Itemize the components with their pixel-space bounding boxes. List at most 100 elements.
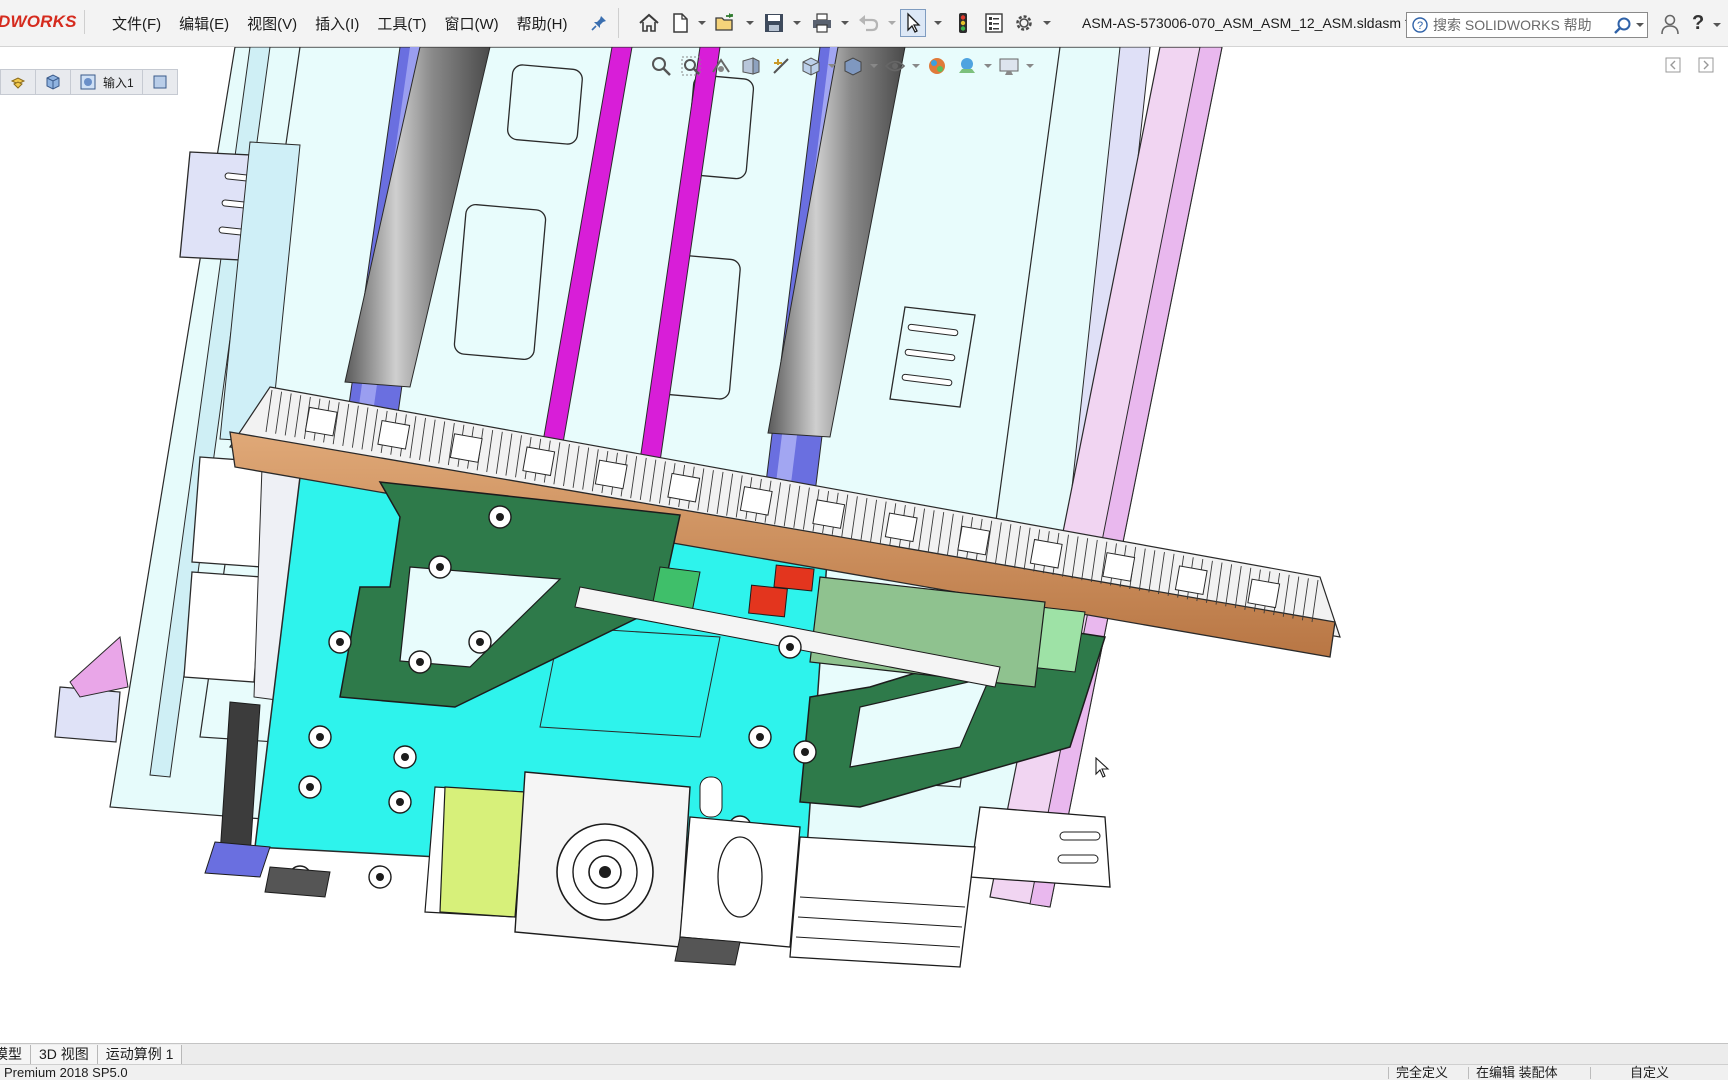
board-slot	[1029, 538, 1063, 569]
board-slot	[304, 406, 338, 437]
bottom-tab-bar: 模型 3D 视图 运动算例 1	[0, 1043, 1728, 1064]
breadcrumb: 输入1	[0, 69, 178, 95]
solidworks-logo[interactable]: DWORKS	[0, 10, 85, 34]
pin-icon[interactable]	[591, 15, 607, 31]
bolt-socket	[801, 748, 809, 756]
tab-motion-study[interactable]: 运动算例 1	[97, 1045, 183, 1064]
version-label: Premium 2018 SP5.0	[4, 1065, 128, 1080]
search-icon[interactable]	[1613, 16, 1633, 36]
breadcrumb-sketch[interactable]	[141, 69, 178, 95]
board-slot	[1102, 552, 1136, 582]
print-icon[interactable]	[810, 11, 834, 35]
menu-file[interactable]: 文件(F)	[112, 13, 161, 34]
bolt-socket	[336, 638, 344, 646]
bolt-socket	[416, 658, 424, 666]
undo-dropdown-arrow[interactable]	[887, 11, 896, 35]
save-icon[interactable]	[762, 11, 786, 35]
section-view-icon[interactable]	[738, 53, 764, 79]
save-dropdown-arrow[interactable]	[792, 11, 801, 35]
tab-model[interactable]: 模型	[0, 1045, 31, 1064]
traffic-light-icon[interactable]	[951, 11, 975, 35]
menu-tools[interactable]: 工具(T)	[377, 13, 426, 34]
status-bar: Premium 2018 SP5.0 完全定义 在编辑 装配体 自定义	[0, 1064, 1728, 1080]
user-icon[interactable]	[1660, 13, 1680, 35]
definition-status: 完全定义	[1396, 1065, 1449, 1080]
select-dropdown-arrow[interactable]	[933, 11, 942, 35]
menu-view[interactable]: 视图(V)	[247, 13, 297, 34]
status-divider	[1468, 1067, 1469, 1079]
view-orientation-dropdown[interactable]	[828, 53, 836, 79]
heads-up-view-toolbar	[648, 53, 1034, 79]
menu-insert[interactable]: 插入(I)	[315, 13, 359, 34]
help-search-box[interactable]: ? 搜索 SOLIDWORKS 帮助	[1406, 12, 1648, 38]
view-orientation-icon[interactable]	[798, 53, 824, 79]
bolt-socket	[756, 733, 764, 741]
bolt-socket	[306, 783, 314, 791]
board-slot	[377, 419, 411, 450]
assembly-icon	[10, 77, 26, 89]
title-toolbar: DWORKS 文件(F) 编辑(E) 视图(V) 插入(I) 工具(T) 窗口(…	[0, 0, 1728, 47]
undo-icon[interactable]	[856, 11, 880, 35]
right-slotted-bracket	[889, 306, 976, 408]
display-style-dropdown[interactable]	[870, 53, 878, 79]
breadcrumb-feature[interactable]: 输入1	[70, 69, 143, 95]
options-gear-icon[interactable]	[1012, 11, 1036, 35]
zoom-to-fit-icon[interactable]	[648, 53, 674, 79]
help-dropdown-arrow[interactable]	[1713, 22, 1721, 28]
breadcrumb-assembly[interactable]	[0, 69, 36, 95]
solidworks-window: DWORKS 文件(F) 编辑(E) 视图(V) 插入(I) 工具(T) 窗口(…	[0, 0, 1728, 1080]
print-dropdown-arrow[interactable]	[840, 11, 849, 35]
view-settings-dropdown[interactable]	[1026, 53, 1034, 79]
search-dropdown-arrow[interactable]	[1636, 22, 1644, 28]
breadcrumb-part[interactable]	[35, 69, 71, 95]
menu-bar: 文件(F) 编辑(E) 视图(V) 插入(I) 工具(T) 窗口(W) 帮助(H…	[112, 0, 567, 46]
board-slot	[1247, 578, 1281, 609]
bolt-socket	[476, 638, 484, 646]
open-folder-icon[interactable]	[713, 11, 737, 35]
board-slot	[449, 433, 483, 463]
dynamic-annotation-icon[interactable]	[768, 53, 794, 79]
board-slot	[739, 486, 773, 516]
assembly-model-view[interactable]	[0, 47, 1728, 1043]
zoom-to-area-icon[interactable]	[678, 53, 704, 79]
home-icon[interactable]	[637, 11, 661, 35]
help-question-icon[interactable]: ?	[1692, 11, 1708, 35]
menu-help[interactable]: 帮助(H)	[517, 13, 568, 34]
graphics-area[interactable]: 输入1	[0, 47, 1728, 1043]
new-dropdown-arrow[interactable]	[697, 11, 706, 35]
bolt-socket	[401, 753, 409, 761]
options-dropdown-arrow[interactable]	[1042, 11, 1051, 35]
breadcrumb-feature-label: 输入1	[103, 75, 134, 90]
apply-scene-icon[interactable]	[954, 53, 980, 79]
board-slot	[1174, 565, 1208, 596]
menu-window[interactable]: 窗口(W)	[444, 13, 498, 34]
view-settings-icon[interactable]	[996, 53, 1022, 79]
svg-text:?: ?	[1417, 20, 1423, 32]
collapse-viewport-right-icon[interactable]	[1698, 57, 1714, 73]
board-slot	[812, 499, 846, 529]
new-document-icon[interactable]	[668, 11, 692, 35]
bolt-socket	[376, 873, 384, 881]
part-icon	[46, 74, 60, 90]
menu-edit[interactable]: 编辑(E)	[179, 13, 229, 34]
display-style-icon[interactable]	[840, 53, 866, 79]
collapse-viewport-left-icon[interactable]	[1665, 57, 1681, 73]
hide-show-items-icon[interactable]	[882, 53, 908, 79]
feature-icon	[80, 74, 96, 90]
open-dropdown-arrow[interactable]	[745, 11, 754, 35]
apply-scene-dropdown[interactable]	[984, 53, 992, 79]
edit-appearance-icon[interactable]	[924, 53, 950, 79]
sketch-icon	[153, 75, 167, 89]
hide-show-dropdown[interactable]	[912, 53, 920, 79]
bolt-socket	[496, 513, 504, 521]
file-properties-icon[interactable]	[982, 11, 1006, 35]
editing-status: 在编辑 装配体	[1476, 1065, 1558, 1080]
bolt-socket	[316, 733, 324, 741]
help-circle-icon: ?	[1412, 17, 1428, 33]
units-selector[interactable]: 自定义	[1630, 1065, 1669, 1080]
previous-view-icon[interactable]	[708, 53, 734, 79]
select-arrow-icon[interactable]	[901, 11, 925, 35]
tab-3d-view[interactable]: 3D 视图	[31, 1045, 98, 1064]
help-search-input[interactable]: 搜索 SOLIDWORKS 帮助	[1433, 13, 1592, 37]
status-divider	[1590, 1067, 1591, 1079]
